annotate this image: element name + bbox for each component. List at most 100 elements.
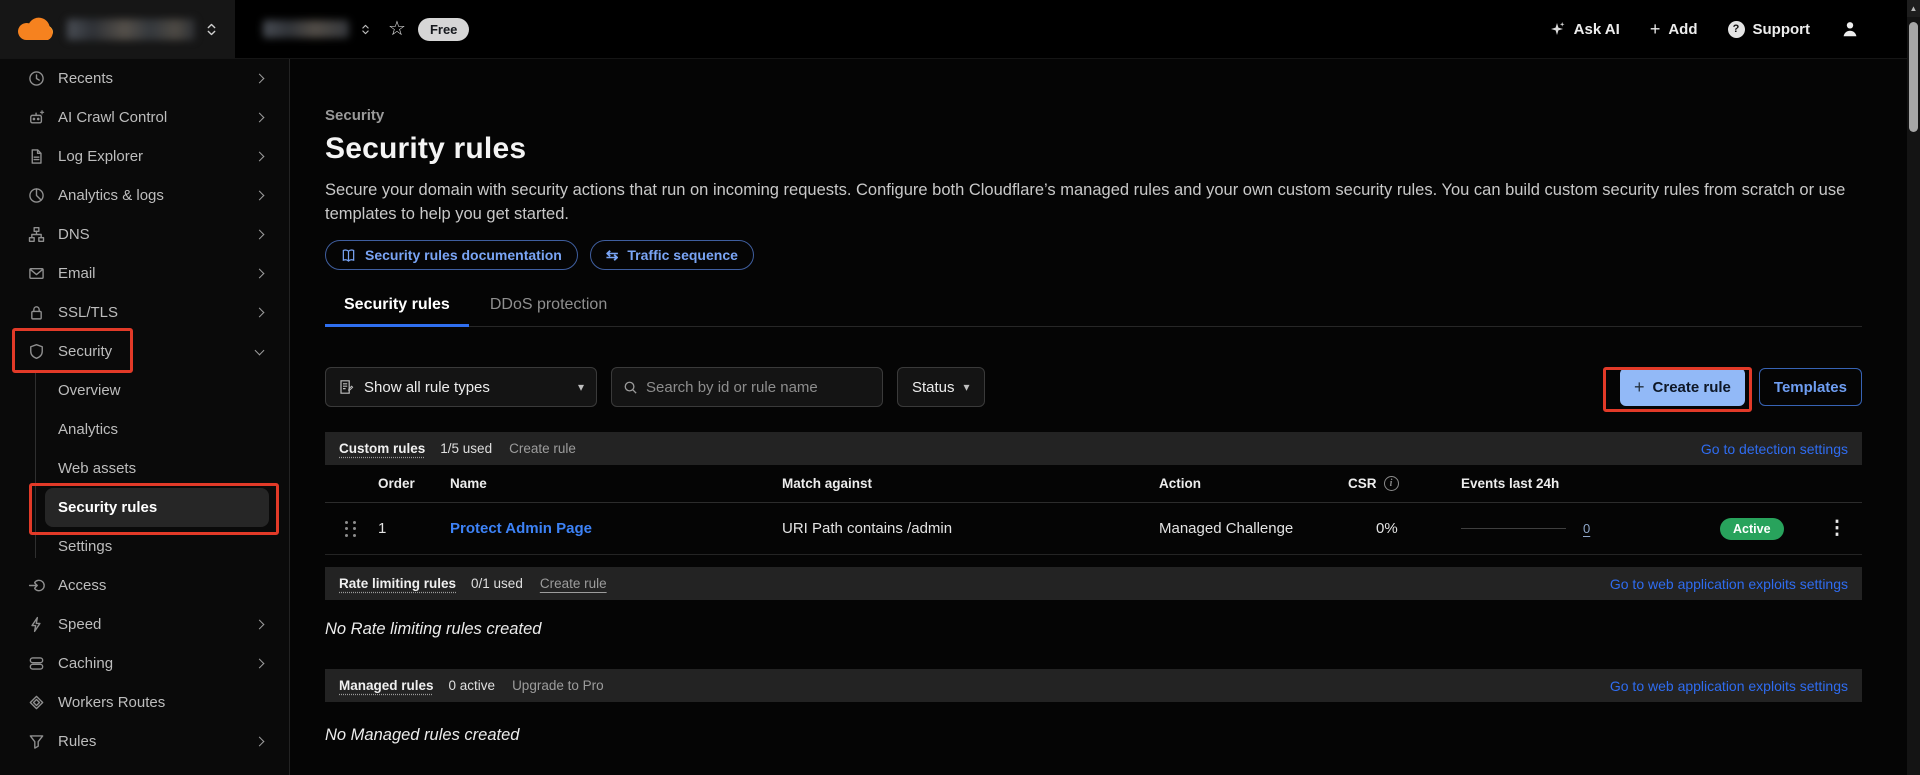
status-filter-button[interactable]: Status ▾ bbox=[897, 367, 985, 407]
events-count-link[interactable]: 0 bbox=[1583, 521, 1590, 536]
row-menu-button[interactable]: ⋮ bbox=[1827, 517, 1847, 540]
sidebar-item-analytics-logs[interactable]: Analytics & logs bbox=[0, 176, 289, 215]
envelope-icon bbox=[28, 265, 45, 282]
account-switcher[interactable] bbox=[0, 0, 235, 58]
account-name-redacted bbox=[67, 18, 195, 40]
info-icon[interactable]: i bbox=[1383, 476, 1399, 491]
waf-settings-link[interactable]: Go to web application exploits settings bbox=[1610, 678, 1848, 694]
sidebar-item-ssl-tls[interactable]: SSL/TLS bbox=[0, 293, 289, 332]
sidebar-item-log-explorer[interactable]: Log Explorer bbox=[0, 137, 289, 176]
sidebar-item-access[interactable]: Access bbox=[0, 566, 289, 605]
robot-icon bbox=[28, 109, 45, 126]
sidebar-item-label: Speed bbox=[58, 616, 102, 633]
detection-settings-link[interactable]: Go to detection settings bbox=[1701, 441, 1848, 457]
person-icon bbox=[1843, 22, 1857, 37]
traffic-sequence-button[interactable]: ⇆ Traffic sequence bbox=[589, 240, 754, 270]
sidebar-item-recents[interactable]: Recents bbox=[0, 59, 289, 98]
funnel-icon bbox=[28, 733, 45, 750]
selected-option: Show all rule types bbox=[364, 378, 490, 396]
lightning-icon bbox=[28, 616, 45, 633]
tab-ddos-protection[interactable]: DDoS protection bbox=[471, 296, 626, 326]
sidebar-item-dns[interactable]: DNS bbox=[0, 215, 289, 254]
chevron-right-icon bbox=[254, 151, 265, 162]
chevron-right-icon bbox=[254, 658, 265, 669]
sidebar-item-rules[interactable]: Rules bbox=[0, 722, 289, 761]
waf-settings-link[interactable]: Go to web application exploits settings bbox=[1610, 576, 1848, 592]
plan-badge: Free bbox=[417, 17, 470, 41]
sidebar-item-security-analytics[interactable]: Analytics bbox=[45, 410, 269, 449]
rule-events: 0 bbox=[1461, 521, 1720, 536]
layers-icon bbox=[28, 655, 45, 672]
rule-searchbox bbox=[611, 367, 883, 407]
managed-rules-title[interactable]: Managed rules bbox=[339, 678, 434, 693]
caret-down-icon: ▾ bbox=[577, 380, 584, 394]
managed-rules-bar: Managed rules 0 active Upgrade to Pro Go… bbox=[325, 669, 1862, 702]
custom-rules-create-link[interactable]: Create rule bbox=[509, 441, 576, 456]
column-events: Events last 24h bbox=[1461, 476, 1560, 491]
rule-action: Managed Challenge bbox=[1159, 520, 1294, 537]
scroll-up-icon[interactable]: ▲ bbox=[1907, 0, 1920, 17]
sidebar-item-security-overview[interactable]: Overview bbox=[45, 371, 269, 410]
rule-order: 1 bbox=[378, 520, 387, 537]
caret-down-icon: ▾ bbox=[963, 380, 970, 394]
create-rule-button[interactable]: + Create rule bbox=[1620, 368, 1745, 406]
add-button[interactable]: + Add bbox=[1650, 20, 1698, 38]
sidebar-item-label: DNS bbox=[58, 226, 90, 243]
sidebar-item-web-assets[interactable]: Web assets bbox=[45, 449, 269, 488]
chevron-down-icon bbox=[254, 345, 265, 355]
sidebar-item-ai-crawl-control[interactable]: AI Crawl Control bbox=[0, 98, 289, 137]
rule-type-filter-select[interactable]: Show all rule types ▾ bbox=[325, 367, 597, 407]
support-button[interactable]: ? Support bbox=[1727, 20, 1811, 38]
security-rules-documentation-button[interactable]: Security rules documentation bbox=[325, 240, 578, 270]
sidebar-item-security-settings[interactable]: Settings bbox=[45, 527, 269, 566]
sidebar-item-speed[interactable]: Speed bbox=[0, 605, 289, 644]
sidebar-item-label: AI Crawl Control bbox=[58, 109, 168, 126]
access-arrow-icon bbox=[28, 577, 45, 594]
page-title: Security rules bbox=[325, 132, 527, 165]
rule-match: URI Path contains /admin bbox=[782, 520, 953, 537]
sidebar-item-security-rules[interactable]: Security rules bbox=[45, 488, 269, 527]
custom-rules-title[interactable]: Custom rules bbox=[339, 441, 425, 456]
chevron-updown-icon bbox=[361, 23, 370, 36]
pie-chart-icon bbox=[28, 187, 45, 204]
support-label: Support bbox=[1752, 20, 1811, 38]
chevron-right-icon bbox=[254, 619, 265, 630]
rate-limiting-title[interactable]: Rate limiting rules bbox=[339, 576, 456, 591]
help-icon: ? bbox=[1727, 20, 1745, 38]
chevron-right-icon bbox=[254, 736, 265, 747]
sidebar-item-label: Analytics bbox=[58, 421, 119, 438]
sidebar-item-label: Settings bbox=[58, 538, 113, 555]
tab-security-rules[interactable]: Security rules bbox=[325, 296, 469, 327]
rule-search-input[interactable] bbox=[646, 378, 871, 396]
zone-switcher[interactable] bbox=[263, 20, 370, 38]
favorite-star-icon[interactable]: ☆ bbox=[388, 19, 406, 39]
column-action: Action bbox=[1159, 476, 1201, 491]
rate-limiting-create-link[interactable]: Create rule bbox=[540, 576, 607, 591]
rule-name-link[interactable]: Protect Admin Page bbox=[450, 520, 782, 537]
templates-button[interactable]: Templates bbox=[1758, 368, 1862, 406]
scrollbar-thumb[interactable] bbox=[1909, 22, 1918, 132]
sidebar-item-label: Log Explorer bbox=[58, 148, 144, 165]
swap-arrows-icon: ⇆ bbox=[605, 246, 619, 264]
chevron-right-icon bbox=[254, 112, 265, 123]
filter-label: Status bbox=[912, 378, 955, 396]
button-label: Security rules documentation bbox=[365, 247, 562, 263]
security-subnav: Overview Analytics Web assets Security r… bbox=[0, 371, 289, 566]
user-menu-button[interactable] bbox=[1840, 19, 1860, 39]
sidebar-item-label: Caching bbox=[58, 655, 114, 672]
rules-table-header: Order Name Match against Action CSR i Ev… bbox=[325, 465, 1862, 503]
drag-handle-icon[interactable] bbox=[345, 520, 356, 537]
chevron-right-icon bbox=[254, 307, 265, 318]
sidebar-item-email[interactable]: Email bbox=[0, 254, 289, 293]
sidebar-item-workers-routes[interactable]: Workers Routes bbox=[0, 683, 289, 722]
book-icon bbox=[342, 248, 355, 262]
sidebar-item-security[interactable]: Security bbox=[0, 332, 289, 371]
topbar-actions: Ask AI + Add ? Support bbox=[1550, 19, 1860, 39]
sidebar-item-caching[interactable]: Caching bbox=[0, 644, 289, 683]
page-description: Secure your domain with security actions… bbox=[325, 181, 1846, 223]
upgrade-to-pro-link[interactable]: Upgrade to Pro bbox=[512, 678, 604, 693]
ask-ai-button[interactable]: Ask AI bbox=[1550, 21, 1620, 38]
dns-tree-icon bbox=[28, 226, 45, 243]
sidebar: Recents AI Crawl Control Log Explorer An… bbox=[0, 59, 290, 775]
page-scrollbar[interactable]: ▲ bbox=[1907, 0, 1920, 775]
